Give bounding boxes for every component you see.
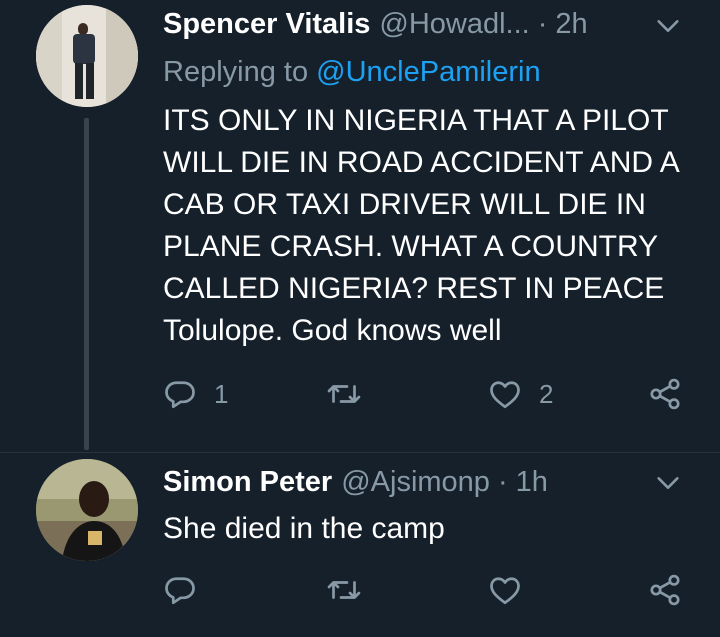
tweet-text: She died in the camp bbox=[163, 512, 445, 545]
avatar[interactable] bbox=[36, 5, 138, 107]
user-handle[interactable]: @Howadl... bbox=[379, 2, 529, 46]
share-icon bbox=[650, 378, 680, 410]
avatar[interactable] bbox=[36, 459, 138, 561]
separator: · bbox=[537, 8, 548, 40]
share-button[interactable] bbox=[647, 372, 683, 416]
reply-mention-link[interactable]: @UnclePamilerin bbox=[316, 56, 540, 88]
tweet-actions bbox=[0, 568, 720, 612]
like-button[interactable]: 2 bbox=[487, 372, 553, 416]
retweet-icon bbox=[327, 385, 361, 403]
replying-to-label: Replying to bbox=[163, 56, 317, 88]
timestamp[interactable]: 2h bbox=[555, 2, 587, 46]
like-button[interactable] bbox=[487, 568, 539, 612]
retweet-button[interactable] bbox=[326, 372, 378, 416]
reply-icon bbox=[165, 381, 195, 409]
like-icon bbox=[490, 577, 520, 605]
tweet-actions: 1 2 bbox=[0, 372, 720, 416]
tweet-header: Spencer Vitalis @Howadl... · 2h bbox=[163, 2, 675, 46]
display-name[interactable]: Simon Peter bbox=[163, 460, 332, 504]
avatar-photo bbox=[36, 459, 138, 561]
tweet-text: ITS ONLY IN NIGERIA THAT A PILOT WILL DI… bbox=[163, 104, 679, 347]
retweet-icon bbox=[327, 581, 361, 599]
reply-button[interactable] bbox=[162, 568, 214, 612]
chevron-down-icon[interactable] bbox=[654, 469, 682, 497]
chevron-down-icon[interactable] bbox=[654, 12, 682, 40]
retweet-button[interactable] bbox=[326, 568, 378, 612]
tweet-spencer-vitalis[interactable]: Spencer Vitalis @Howadl... · 2h Replying… bbox=[0, 0, 720, 452]
like-icon bbox=[490, 381, 520, 409]
reply-button[interactable]: 1 bbox=[162, 372, 228, 416]
replying-to: Replying to @UnclePamilerin bbox=[163, 50, 541, 94]
reply-icon bbox=[165, 577, 195, 605]
like-count: 2 bbox=[539, 378, 554, 409]
display-name[interactable]: Spencer Vitalis bbox=[163, 2, 370, 46]
share-icon bbox=[650, 574, 680, 606]
avatar-photo bbox=[36, 5, 138, 107]
timestamp[interactable]: 1h bbox=[516, 460, 548, 504]
reply-count: 1 bbox=[214, 378, 229, 409]
user-handle[interactable]: @Ajsimonp bbox=[341, 460, 490, 504]
share-button[interactable] bbox=[647, 568, 683, 612]
tweet-header: Simon Peter @Ajsimonp · 1h bbox=[163, 460, 675, 504]
separator: · bbox=[497, 466, 508, 498]
tweet-simon-peter[interactable]: Simon Peter @Ajsimonp · 1h She died in t… bbox=[0, 452, 720, 637]
